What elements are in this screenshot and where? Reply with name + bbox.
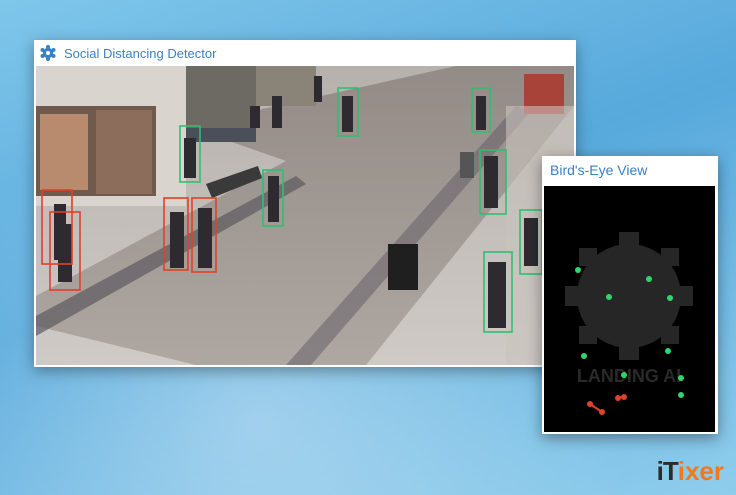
- watermark-part2: ixer: [677, 456, 724, 486]
- landing-ai-logo-icon: [565, 232, 693, 360]
- birds-eye-titlebar: Bird's-Eye View: [542, 156, 718, 184]
- birds-eye-logo-text: LANDING AI: [577, 366, 681, 386]
- violation-points: [587, 394, 627, 415]
- watermark-part1: iT: [656, 456, 679, 486]
- camera-feed: [36, 66, 574, 365]
- birds-eye-window: Bird's-Eye View LANDING AI: [542, 156, 718, 434]
- street-scene: [36, 66, 574, 365]
- detector-titlebar: Social Distancing Detector: [34, 40, 576, 66]
- detector-window: Social Distancing Detector: [34, 40, 576, 367]
- gear-cog-icon: [40, 45, 56, 61]
- birds-eye-canvas: LANDING AI: [544, 186, 715, 432]
- watermark-logo: iT ixer: [657, 456, 724, 487]
- detector-title: Social Distancing Detector: [64, 45, 217, 61]
- birds-eye-title: Bird's-Eye View: [550, 162, 648, 178]
